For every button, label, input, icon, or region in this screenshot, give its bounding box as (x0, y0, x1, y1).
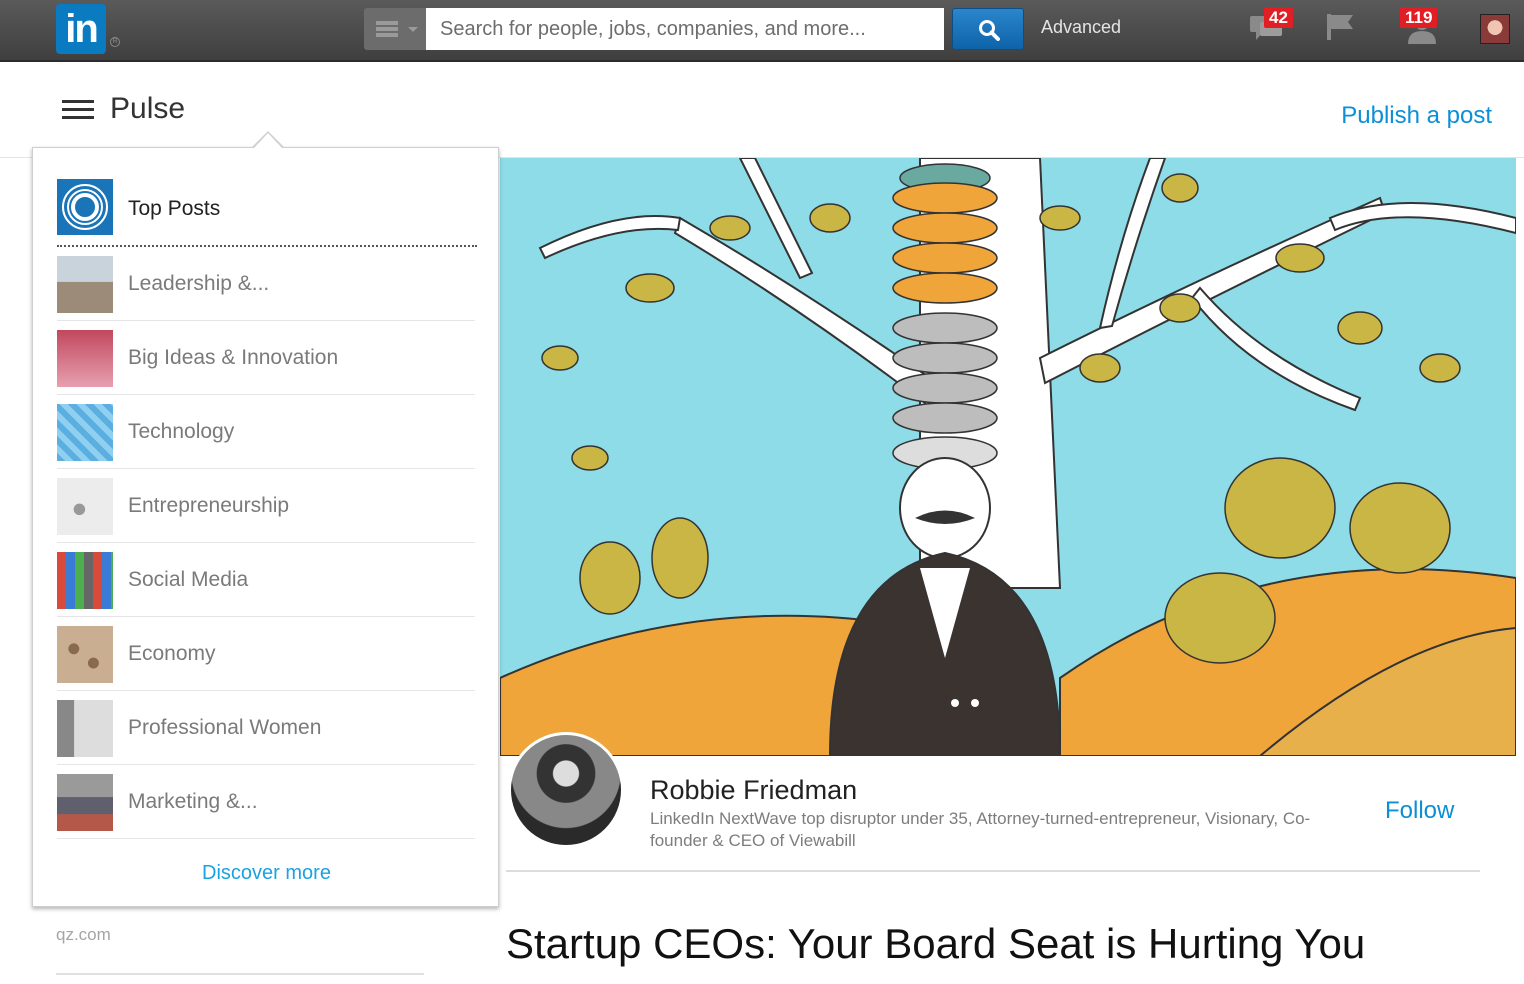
professional-women-thumbnail (57, 700, 113, 757)
author-name[interactable]: Robbie Friedman (650, 775, 857, 806)
menu-item-label: Leadership &... (128, 272, 270, 295)
menu-item-label: Marketing &... (128, 790, 258, 813)
registered-mark-icon: R (110, 37, 120, 47)
menu-item-big-ideas[interactable]: Big Ideas & Innovation (57, 321, 475, 395)
menu-item-technology[interactable]: Technology (57, 395, 475, 469)
big-ideas-thumbnail (57, 330, 113, 387)
updates-button[interactable] (1326, 13, 1356, 46)
menu-item-economy[interactable]: Economy (57, 617, 475, 691)
menu-item-marketing[interactable]: Marketing &... (57, 765, 475, 839)
leadership-thumbnail (57, 256, 113, 313)
advanced-search-link[interactable]: Advanced (1041, 17, 1121, 38)
article-title: Startup CEOs: Your Board Seat is Hurting… (506, 920, 1366, 967)
menu-item-entrepreneurship[interactable]: Entrepreneurship (57, 469, 475, 543)
flag-icon (1327, 14, 1353, 40)
author-headline: LinkedIn NextWave top disruptor under 35… (650, 809, 1311, 850)
publish-post-link[interactable]: Publish a post (1341, 102, 1492, 130)
menu-item-label: Entrepreneurship (128, 494, 290, 517)
connections-badge: 119 (1400, 7, 1438, 28)
divider (506, 870, 1480, 872)
discover-more-link[interactable]: Discover more (33, 862, 500, 885)
menu-item-label: Top Posts (128, 197, 221, 220)
menu-item-label: Technology (128, 420, 235, 443)
marketing-thumbnail (57, 774, 113, 831)
page-title: Pulse (110, 92, 186, 125)
divider (56, 973, 424, 975)
pulse-channel-menu: Top Posts Leadership &... Big Ideas & In… (32, 147, 499, 907)
menu-item-top-posts[interactable]: Top Posts (57, 179, 477, 247)
menu-item-social-media[interactable]: Social Media (57, 543, 475, 617)
menu-item-label: Professional Women (128, 716, 322, 739)
search-button[interactable] (952, 8, 1024, 50)
menu-item-label: Social Media (128, 568, 249, 591)
follow-button[interactable]: Follow (1385, 797, 1454, 825)
dropdown-arrow-inner (254, 133, 282, 148)
chevron-down-icon (408, 27, 418, 32)
top-posts-icon (57, 179, 113, 235)
economy-thumbnail (57, 626, 113, 683)
search-icon (979, 20, 1000, 41)
linkedin-logo[interactable]: in (56, 4, 106, 54)
article-source[interactable]: qz.com (56, 925, 111, 945)
search-input[interactable] (426, 8, 944, 50)
hamburger-menu-icon[interactable] (62, 100, 94, 120)
pulse-header: Pulse Publish a post (0, 64, 1524, 158)
technology-thumbnail (57, 404, 113, 461)
menu-item-professional-women[interactable]: Professional Women (57, 691, 475, 765)
author-avatar[interactable] (508, 732, 624, 848)
top-navigation-bar: in R Advanced 42 119 (0, 0, 1524, 62)
menu-item-label: Economy (128, 642, 216, 665)
profile-avatar[interactable] (1480, 14, 1510, 44)
menu-item-leadership[interactable]: Leadership &... (57, 247, 475, 321)
messages-badge: 42 (1264, 7, 1293, 28)
search-category-dropdown[interactable] (364, 8, 426, 50)
social-media-thumbnail (57, 552, 113, 609)
list-icon (376, 21, 398, 37)
article-hero-image (500, 158, 1516, 756)
menu-item-label: Big Ideas & Innovation (128, 346, 339, 369)
entrepreneurship-thumbnail (57, 478, 113, 535)
